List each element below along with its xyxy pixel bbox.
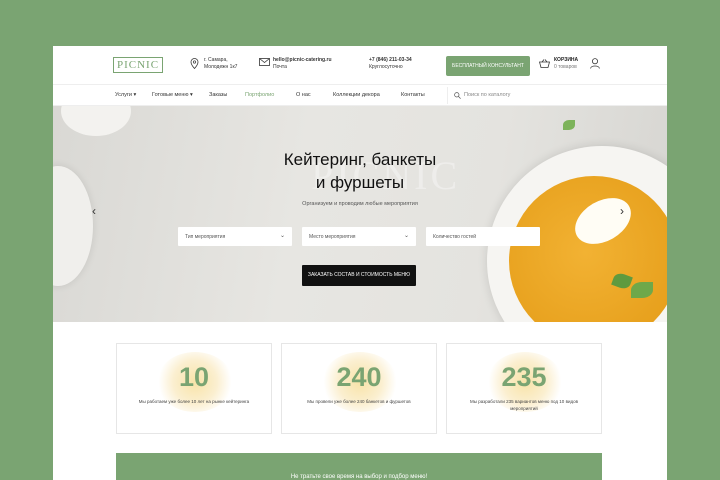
address-line1: г. Самара, <box>204 57 228 63</box>
nav-item-decor[interactable]: Коллекции декора <box>333 92 380 98</box>
stat-card: 10 Мы работаем уже более 10 лет на рынке… <box>116 343 272 434</box>
stat-card: 240 Мы провели уже более 240 банкетов и … <box>281 343 437 434</box>
hero-subtitle: Организуем и проводим любые мероприятия <box>302 201 418 207</box>
logo[interactable]: PICNIC <box>113 57 163 73</box>
event-place-select[interactable]: Место мероприятия ⌄ <box>302 227 416 246</box>
email-block: hello@picnic-catering.ru Почта <box>259 57 332 71</box>
phone-link[interactable]: +7 (846) 211-03-34 <box>369 57 412 64</box>
email-link[interactable]: hello@picnic-catering.ru <box>273 57 332 64</box>
basil-leaf <box>631 282 653 298</box>
guests-placeholder: Количество гостей <box>433 234 477 240</box>
search-icon <box>454 92 461 99</box>
phone-block: +7 (846) 211-03-34 Круглосуточно <box>369 57 412 71</box>
cart-label: КОРЗИНА <box>554 57 579 63</box>
main-nav: Услуги ▾ Готовые меню ▾ Заказы Портфолио… <box>53 84 667 106</box>
stat-number: 10 <box>178 362 210 392</box>
header: PICNIC г. Самара, Молодежн 1к7 hello@pic… <box>53 46 667 84</box>
order-menu-button[interactable]: ЗАКАЗАТЬ СОСТАВ И СТОИМОСТЬ МЕНЮ <box>302 265 416 286</box>
cart-count: 0 товаров <box>554 64 577 70</box>
nav-item-contacts[interactable]: Контакты <box>401 92 425 98</box>
location-pin-icon <box>190 58 199 69</box>
address-line2: Молодежн 1к7 <box>204 64 238 70</box>
event-place-value: Место мероприятия <box>309 234 356 240</box>
email-label: Почта <box>273 64 287 70</box>
nav-item-portfolio[interactable]: Портфолио <box>245 92 274 98</box>
event-type-value: Тип мероприятия <box>185 234 226 240</box>
phone-label: Круглосуточно <box>369 64 403 70</box>
nav-item-ready-menus[interactable]: Готовые меню ▾ <box>152 92 193 98</box>
cta-banner: Не тратьте свое время на выбор и подбор … <box>116 453 602 480</box>
nav-item-services[interactable]: Услуги ▾ <box>115 92 136 98</box>
consultation-button[interactable]: БЕСПЛАТНЫЙ КОНСУЛЬТАНТ <box>446 56 530 76</box>
hero-title-line2: и фуршеты <box>315 173 405 192</box>
cart-button[interactable]: КОРЗИНА 0 товаров <box>539 57 578 71</box>
nav-item-about[interactable]: О нас <box>296 92 311 98</box>
stat-description: Мы провели уже более 240 банкетов и фурш… <box>307 399 411 404</box>
stat-number: 235 <box>501 362 547 392</box>
search-input[interactable]: Поиск по каталогу <box>447 87 602 104</box>
hero-title-line1: Кейтеринг, банкеты <box>283 150 437 169</box>
herb-leaf <box>563 120 575 130</box>
event-type-select[interactable]: Тип мероприятия ⌄ <box>178 227 292 246</box>
cta-banner-text: Не тратьте свое время на выбор и подбор … <box>290 474 428 480</box>
page: PICNIC г. Самара, Молодежн 1к7 hello@pic… <box>53 46 667 480</box>
basket-icon <box>539 59 550 68</box>
stat-card: 235 Мы разработали 235 вариантов меню по… <box>446 343 602 434</box>
guests-input[interactable]: Количество гостей <box>426 227 540 246</box>
hero-section: PICNIC Кейтеринг, банкеты и фуршеты Орга… <box>53 106 667 322</box>
hero-title: Кейтеринг, банкеты и фуршеты <box>53 148 667 194</box>
stat-description: Мы разработали 235 вариантов меню под 10… <box>469 399 578 411</box>
user-icon[interactable] <box>590 58 600 69</box>
search-placeholder: Поиск по каталогу <box>464 92 511 98</box>
slider-next-arrow-icon[interactable]: › <box>620 204 624 218</box>
address-block: г. Самара, Молодежн 1к7 <box>190 57 238 71</box>
chevron-down-icon: ⌄ <box>403 233 409 239</box>
decor-cup <box>61 106 131 136</box>
slider-prev-arrow-icon[interactable]: ‹ <box>92 204 96 218</box>
chevron-down-icon: ⌄ <box>279 233 285 239</box>
stat-description: Мы работаем уже более 10 лет на рынке ке… <box>138 399 250 404</box>
stat-number: 240 <box>336 362 382 392</box>
nav-item-orders[interactable]: Заказы <box>209 92 227 98</box>
mail-icon <box>259 58 270 66</box>
